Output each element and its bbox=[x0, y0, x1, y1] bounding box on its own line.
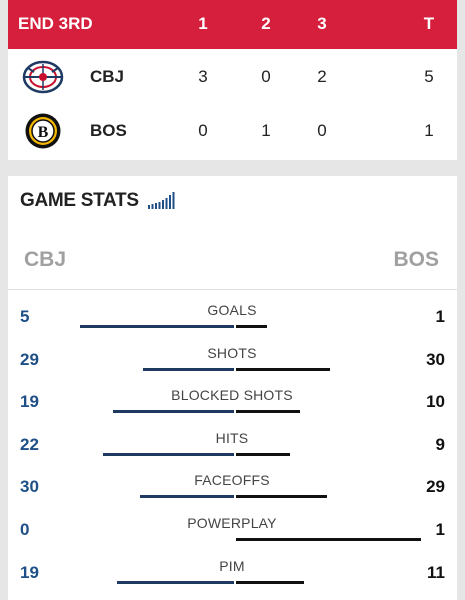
stat-row-faceoffs: 30 FACEOFFS 29 bbox=[8, 471, 457, 511]
stat-label: PIM bbox=[219, 557, 245, 574]
left-stat-bar bbox=[79, 325, 234, 328]
stat-label: POWERPLAY bbox=[187, 515, 277, 531]
stat-row-blocked-shots: 19 BLOCKED SHOTS 10 bbox=[8, 386, 457, 426]
right-stat-bar bbox=[236, 538, 421, 541]
stat-label: GOALS bbox=[207, 302, 257, 318]
stat-row-goals: 5 GOALS 1 bbox=[8, 301, 457, 341]
right-stat-bar bbox=[236, 495, 327, 499]
period-1-header: 1 bbox=[198, 14, 208, 33]
period-label: END 3RD bbox=[18, 14, 93, 33]
stat-row-powerplay: 0 POWERPLAY 1 bbox=[8, 514, 457, 554]
left-stat-value: 5 bbox=[20, 307, 30, 326]
total-header: T bbox=[423, 14, 435, 33]
period-2-score: 0 bbox=[261, 67, 271, 86]
period-3-header: 3 bbox=[317, 14, 327, 33]
left-stat-bar bbox=[112, 410, 234, 414]
divider bbox=[8, 289, 457, 290]
right-stat-bar bbox=[236, 367, 331, 371]
bruins-logo-icon: B bbox=[25, 113, 61, 149]
stat-label: FACEOFFS bbox=[194, 472, 270, 489]
left-team-name: CBJ bbox=[24, 248, 67, 271]
period-2-header: 2 bbox=[261, 14, 271, 33]
left-stat-bar bbox=[139, 495, 234, 499]
right-stat-bar bbox=[236, 580, 304, 584]
right-stat-value: 1 bbox=[435, 520, 445, 539]
right-stat-bar bbox=[236, 452, 290, 456]
stat-label: BLOCKED SHOTS bbox=[171, 387, 293, 404]
team-abbr: CBJ bbox=[90, 67, 125, 86]
total-score: 1 bbox=[424, 121, 434, 140]
left-stat-bar bbox=[102, 452, 234, 456]
bar-chart-icon[interactable] bbox=[148, 190, 178, 210]
left-stat-value: 19 bbox=[20, 562, 39, 582]
period-1-score: 3 bbox=[198, 67, 208, 86]
total-score: 5 bbox=[424, 67, 434, 86]
team-abbr: BOS bbox=[90, 121, 127, 140]
right-stat-value: 1 bbox=[435, 307, 445, 326]
svg-text:B: B bbox=[38, 124, 49, 141]
stat-row-hits: 22 HITS 9 bbox=[8, 429, 457, 469]
period-3-score: 0 bbox=[317, 121, 327, 140]
blue-jackets-logo-icon bbox=[22, 60, 64, 94]
period-2-score: 1 bbox=[261, 121, 271, 140]
scoreboard-card: END 3RD 1 2 3 T CBJ 3 0 2 5 B BOS 0 1 0 … bbox=[8, 0, 457, 160]
right-stat-value: 10 bbox=[426, 392, 445, 412]
right-stat-bar bbox=[236, 410, 300, 414]
period-1-score: 0 bbox=[198, 121, 208, 140]
team-row-bos[interactable]: B BOS 0 1 0 1 bbox=[8, 104, 457, 158]
stat-label: SHOTS bbox=[207, 344, 257, 361]
right-stat-value: 11 bbox=[427, 562, 445, 582]
team-row-cbj[interactable]: CBJ 3 0 2 5 bbox=[8, 50, 457, 104]
left-stat-value: 19 bbox=[20, 392, 39, 412]
left-stat-bar bbox=[143, 367, 234, 371]
period-3-score: 2 bbox=[317, 67, 327, 86]
left-stat-value: 0 bbox=[20, 520, 30, 539]
left-stat-value: 22 bbox=[20, 434, 39, 454]
stat-row-shots: 29 SHOTS 30 bbox=[8, 344, 457, 384]
left-stat-value: 30 bbox=[20, 477, 39, 497]
right-team-name: BOS bbox=[393, 248, 439, 271]
game-stats-title: GAME STATS bbox=[20, 190, 139, 211]
stat-label: HITS bbox=[215, 429, 249, 446]
right-stat-bar bbox=[236, 325, 267, 328]
right-stat-value: 9 bbox=[435, 434, 445, 454]
left-stat-bar bbox=[116, 580, 234, 584]
right-stat-value: 29 bbox=[426, 477, 445, 497]
game-stats-card: GAME STATS CBJ BOS 5 GOALS 1 29 SHOTS 30 19 BLO… bbox=[8, 176, 457, 600]
scoreboard-header: END 3RD 1 2 3 T bbox=[8, 0, 457, 49]
stat-row-pim: 19 PIM 11 bbox=[8, 557, 457, 597]
left-stat-value: 29 bbox=[20, 349, 39, 369]
right-stat-value: 30 bbox=[426, 349, 445, 369]
